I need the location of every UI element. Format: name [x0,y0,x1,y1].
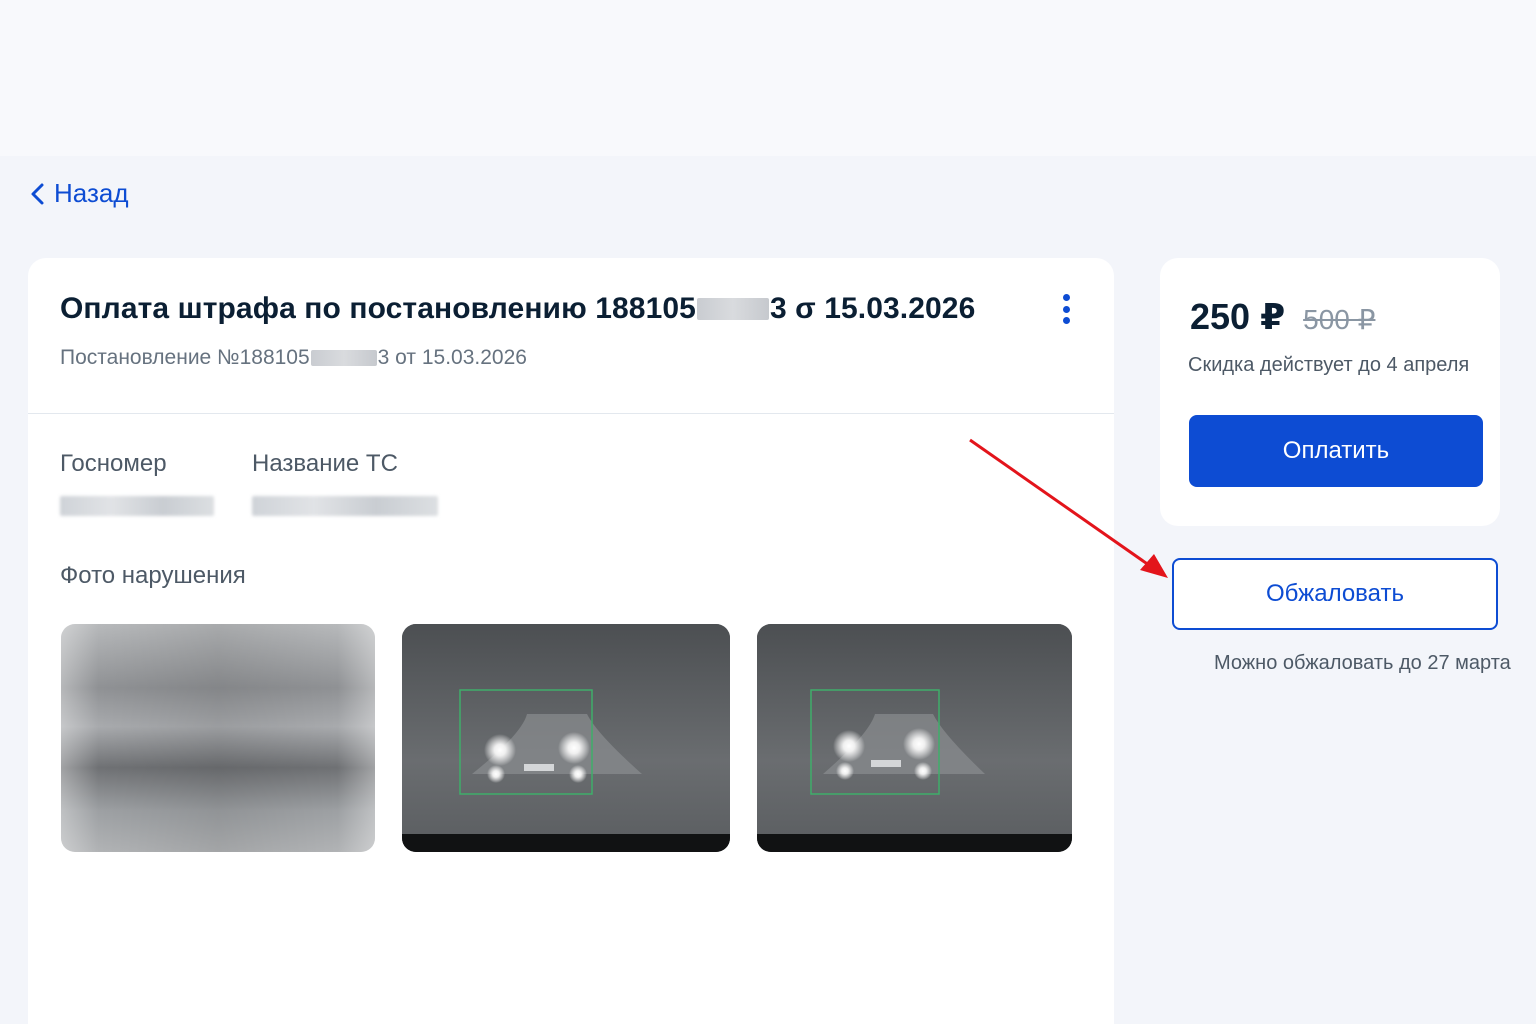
payment-card: 250 ₽ 500 ₽ Скидка действует до 4 апреля… [1160,258,1500,526]
title-prefix: Оплата штрафа по постановлению 188105 [60,292,696,325]
kebab-dot [1062,317,1070,324]
redacted-number [696,298,769,320]
price-row: 250 ₽ 500 ₽ [1190,296,1375,338]
pay-button[interactable]: Оплатить [1189,415,1483,487]
camera-photo-image [757,624,1072,852]
camera-photo-image [402,624,730,852]
more-options-icon[interactable] [1060,294,1072,324]
card-header: Оплата штрафа по постановлению 188105 3 … [28,258,1114,414]
vehicle-fields: Госномер Название ТС [60,450,476,516]
field-plate-label: Госномер [60,450,167,477]
price-current: 250 ₽ [1190,296,1286,337]
violation-photo-1[interactable] [61,624,375,852]
back-link[interactable]: Назад [28,178,129,209]
field-plate: Госномер [60,450,214,516]
discount-note: Скидка действует до 4 апреля [1188,354,1470,376]
field-vehicle-name-label: Название ТС [252,450,398,477]
kebab-dot [1062,305,1070,313]
chevron-left-icon [31,183,44,204]
back-link-label: Назад [54,178,129,208]
violation-photo-3[interactable] [757,624,1072,852]
subtitle-prefix: Постановление №188105 [60,346,310,369]
top-header [0,0,1536,156]
appeal-deadline-note: Можно обжаловать до 27 марта [1214,652,1511,674]
field-plate-value-redacted [60,496,214,516]
field-vehicle-name: Название ТС [252,450,438,516]
photos-label: Фото нарушения [60,562,246,589]
violation-photo-2[interactable] [402,624,730,852]
title-suffix: 3 σ 15.03.2026 [769,292,976,325]
resolution-subtitle: Постановление №188105 3 от 15.03.2026 [60,346,1082,370]
field-vehicle-name-value-redacted [252,496,438,516]
page-title: Оплата штрафа по постановлению 188105 3 … [60,292,1082,326]
annotation-arrow-icon [969,438,1168,578]
subtitle-suffix: 3 от 15.03.2026 [377,346,527,369]
price-old: 500 ₽ [1303,304,1376,335]
fine-details-card: Оплата штрафа по постановлению 188105 3 … [28,258,1114,1024]
redacted-number [310,350,377,366]
kebab-dot [1062,294,1070,301]
appeal-button[interactable]: Обжаловать [1172,558,1498,630]
